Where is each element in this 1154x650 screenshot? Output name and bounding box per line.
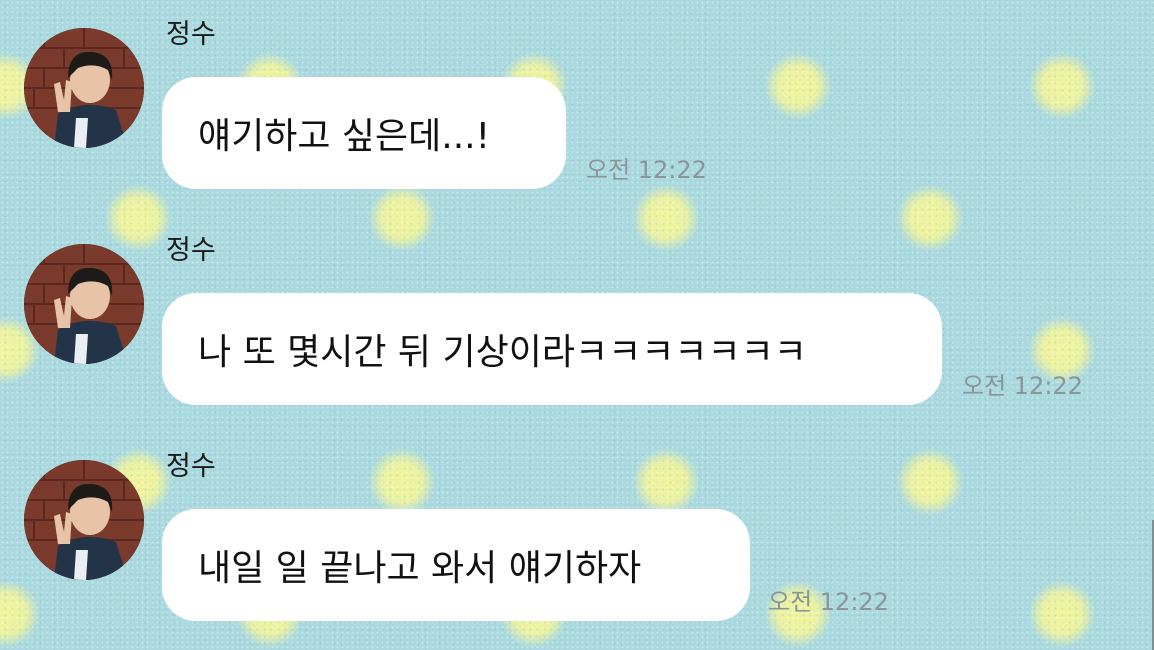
message-timestamp: 오전 12:22 <box>586 156 707 184</box>
profile-photo-icon <box>24 28 144 148</box>
message-text: 나 또 몇시간 뒤 기상이라ㅋㅋㅋㅋㅋㅋㅋ <box>198 332 807 373</box>
message-row: 정수 내일 일 끝나고 와서 얘기하자 오전 12:22 <box>0 432 1154 632</box>
message-text: 얘기하고 싶은데...! <box>198 116 491 157</box>
avatar[interactable] <box>24 460 144 580</box>
message-row: 정수 얘기하고 싶은데...! 오전 12:22 <box>0 0 1154 200</box>
avatar[interactable] <box>24 28 144 148</box>
sender-name: 정수 <box>166 451 216 482</box>
profile-photo-icon <box>24 244 144 364</box>
sender-name: 정수 <box>166 235 216 266</box>
message-bubble[interactable]: 나 또 몇시간 뒤 기상이라ㅋㅋㅋㅋㅋㅋㅋ <box>162 293 942 405</box>
message-bubble[interactable]: 내일 일 끝나고 와서 얘기하자 <box>162 509 750 621</box>
message-row: 정수 나 또 몇시간 뒤 기상이라ㅋㅋㅋㅋㅋㅋㅋ 오전 12:22 <box>0 216 1154 416</box>
sender-name: 정수 <box>166 19 216 50</box>
profile-photo-icon <box>24 460 144 580</box>
avatar[interactable] <box>24 244 144 364</box>
message-bubble[interactable]: 얘기하고 싶은데...! <box>162 77 566 189</box>
message-timestamp: 오전 12:22 <box>768 588 889 616</box>
message-timestamp: 오전 12:22 <box>962 372 1083 400</box>
message-text: 내일 일 끝나고 와서 얘기하자 <box>198 548 642 589</box>
